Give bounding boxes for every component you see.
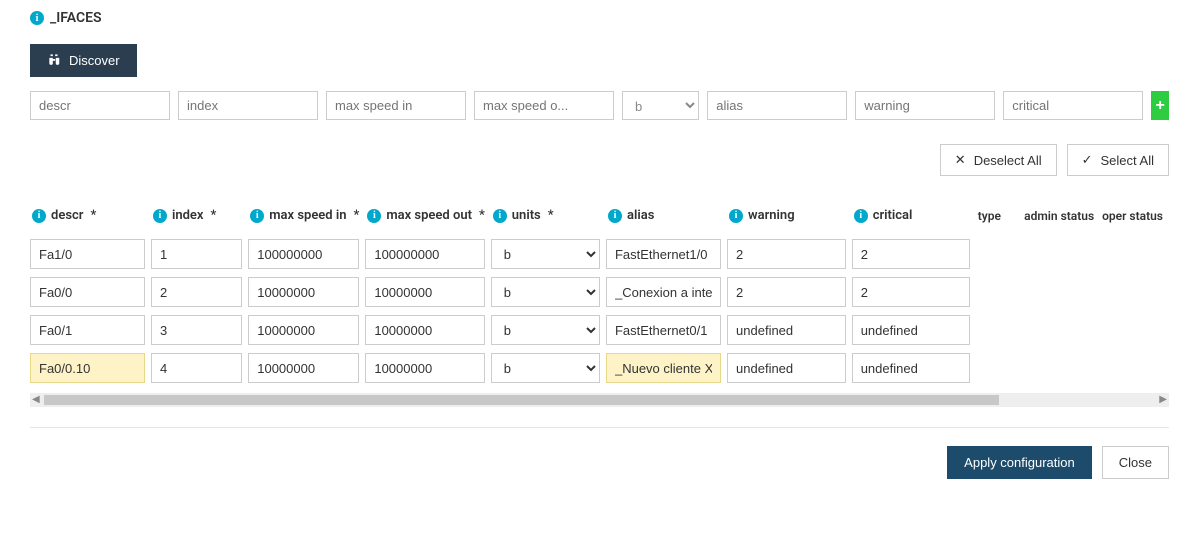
filter-alias-input[interactable] (707, 91, 847, 120)
col-header-admin-status[interactable]: admin status (1022, 200, 1100, 235)
row-descr-input[interactable] (30, 353, 145, 383)
required-star: * (548, 208, 554, 223)
row-units-select[interactable]: b (491, 277, 600, 307)
col-header-type[interactable]: type (976, 200, 1022, 235)
filter-critical-input[interactable] (1003, 91, 1143, 120)
col-header-descr[interactable]: idescr* (30, 200, 151, 235)
divider (30, 427, 1169, 428)
interfaces-table: idescr* iindex* imax speed in* imax spee… (30, 200, 1169, 387)
col-header-max-speed-out[interactable]: imax speed out* (365, 200, 490, 235)
row-max-speed-out-input[interactable] (365, 239, 484, 269)
row-max-speed-out-input[interactable] (365, 353, 484, 383)
info-icon: i (608, 209, 622, 223)
row-descr-input[interactable] (30, 315, 145, 345)
row-units-select[interactable]: b (491, 353, 600, 383)
close-button[interactable]: Close (1102, 446, 1169, 479)
row-max-speed-out-input[interactable] (365, 315, 484, 345)
page-title: i _IFACES (30, 10, 1169, 26)
filter-units-select[interactable]: b (622, 91, 699, 120)
apply-button-label: Apply configuration (964, 455, 1075, 470)
col-header-critical[interactable]: icritical (852, 200, 976, 235)
discover-button[interactable]: Discover (30, 44, 137, 77)
row-max-speed-in-input[interactable] (248, 277, 359, 307)
binoculars-icon (47, 53, 61, 68)
deselect-all-button[interactable]: ✕ Deselect All (940, 144, 1057, 176)
required-star: * (90, 208, 96, 223)
col-header-units[interactable]: iunits* (491, 200, 606, 235)
info-icon: i (367, 209, 381, 223)
info-icon: i (250, 209, 264, 223)
row-units-select[interactable]: b (491, 239, 600, 269)
info-icon: i (729, 209, 743, 223)
row-warning-input[interactable] (727, 239, 846, 269)
horizontal-scrollbar[interactable] (30, 393, 1169, 407)
info-icon: i (153, 209, 167, 223)
page-title-text: _IFACES (50, 10, 102, 26)
table-row: b (30, 349, 1169, 387)
row-critical-input[interactable] (852, 315, 970, 345)
info-icon: i (32, 209, 46, 223)
row-alias-input[interactable] (606, 315, 721, 345)
plus-icon: + (1155, 97, 1164, 115)
col-header-warning[interactable]: iwarning (727, 200, 852, 235)
interfaces-table-container: idescr* iindex* imax speed in* imax spee… (30, 200, 1169, 387)
row-index-input[interactable] (151, 239, 242, 269)
table-row: b (30, 235, 1169, 273)
info-icon: i (854, 209, 868, 223)
filter-index-input[interactable] (178, 91, 318, 120)
filter-max-speed-in-input[interactable] (326, 91, 466, 120)
filter-warning-input[interactable] (855, 91, 995, 120)
discover-button-label: Discover (69, 53, 120, 68)
col-header-alias[interactable]: ialias (606, 200, 727, 235)
add-filter-button[interactable]: + (1151, 91, 1169, 120)
check-icon (1082, 152, 1093, 168)
row-descr-input[interactable] (30, 239, 145, 269)
row-warning-input[interactable] (727, 315, 846, 345)
apply-configuration-button[interactable]: Apply configuration (947, 446, 1092, 479)
filter-descr-input[interactable] (30, 91, 170, 120)
row-index-input[interactable] (151, 315, 242, 345)
row-units-select[interactable]: b (491, 315, 600, 345)
row-max-speed-out-input[interactable] (365, 277, 484, 307)
scrollbar-thumb[interactable] (44, 395, 999, 405)
close-icon: ✕ (955, 152, 966, 168)
row-descr-input[interactable] (30, 277, 145, 307)
info-icon: i (30, 11, 44, 25)
filter-max-speed-out-input[interactable] (474, 91, 614, 120)
table-row: b (30, 311, 1169, 349)
row-max-speed-in-input[interactable] (248, 353, 359, 383)
row-index-input[interactable] (151, 277, 242, 307)
row-warning-input[interactable] (727, 353, 846, 383)
row-critical-input[interactable] (852, 353, 970, 383)
row-alias-input[interactable] (606, 239, 721, 269)
filter-row: b + (30, 91, 1169, 120)
row-critical-input[interactable] (852, 277, 970, 307)
row-alias-input[interactable] (606, 277, 721, 307)
deselect-all-label: Deselect All (974, 153, 1042, 168)
required-star: * (479, 208, 485, 223)
row-max-speed-in-input[interactable] (248, 315, 359, 345)
row-index-input[interactable] (151, 353, 242, 383)
col-header-index[interactable]: iindex* (151, 200, 248, 235)
row-warning-input[interactable] (727, 277, 846, 307)
select-all-button[interactable]: Select All (1067, 144, 1169, 176)
required-star: * (210, 208, 216, 223)
close-button-label: Close (1119, 455, 1152, 470)
row-alias-input[interactable] (606, 353, 721, 383)
row-max-speed-in-input[interactable] (248, 239, 359, 269)
info-icon: i (493, 209, 507, 223)
col-header-oper-status[interactable]: oper status (1100, 200, 1169, 235)
select-all-label: Select All (1101, 153, 1154, 168)
row-critical-input[interactable] (852, 239, 970, 269)
col-header-max-speed-in[interactable]: imax speed in* (248, 200, 365, 235)
table-row: b (30, 273, 1169, 311)
required-star: * (354, 208, 360, 223)
